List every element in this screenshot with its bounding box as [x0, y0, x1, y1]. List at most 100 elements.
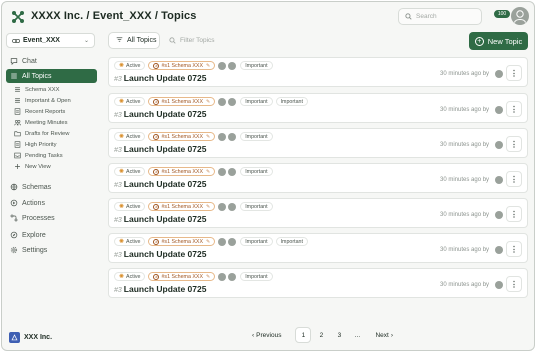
sidebar-item-chat[interactable]: Chat	[6, 55, 97, 67]
sidebar-subitem-new-view[interactable]: New View	[9, 162, 100, 171]
sidebar-subitem-meeting-minutes[interactable]: Meeting Minutes	[9, 118, 100, 127]
topic-title[interactable]: #3 Launch Update 0725	[114, 179, 206, 189]
tag-chip[interactable]: Important	[240, 272, 273, 281]
tag-chip[interactable]: Important	[275, 97, 308, 106]
status-chip[interactable]: ✺ Active	[114, 272, 146, 281]
status-chip[interactable]: ✺ Active	[114, 61, 146, 70]
avatar[interactable]	[218, 132, 227, 141]
status-chip[interactable]: ✺ Active	[114, 202, 146, 211]
sidebar-item-all-topics[interactable]: All Topics	[6, 69, 97, 83]
avatar[interactable]	[218, 237, 227, 246]
sidebar-item-actions[interactable]: Actions	[6, 197, 97, 209]
sidebar-subitem-important-open[interactable]: Important & Open	[9, 96, 100, 105]
previous-page-button[interactable]: ‹ Previous	[248, 332, 285, 339]
pencil-icon[interactable]: ✎	[206, 169, 210, 175]
avatar[interactable]	[495, 281, 503, 289]
avatar[interactable]	[495, 176, 503, 184]
sidebar-subitem-drafts-for-review[interactable]: Drafts for Review	[9, 129, 100, 138]
page-2-button[interactable]: 2	[313, 327, 329, 343]
sidebar-item-processes[interactable]: Processes	[6, 212, 97, 224]
schema-chip[interactable]: # #s1 Schema XXX ✎	[148, 202, 216, 211]
next-page-button[interactable]: Next ›	[371, 332, 397, 339]
avatar[interactable]	[495, 70, 503, 78]
tag-chip[interactable]: Important	[240, 97, 273, 106]
avatar[interactable]	[228, 167, 237, 176]
avatar[interactable]	[228, 272, 237, 281]
topic-title[interactable]: #3 Launch Update 0725	[114, 144, 206, 154]
sidebar-item-explore[interactable]: Explore	[6, 229, 97, 241]
pencil-icon[interactable]: ✎	[206, 239, 210, 245]
notification-badge[interactable]: 100	[494, 10, 510, 18]
sidebar-subitem-schema-xxx[interactable]: Schema XXX	[9, 85, 100, 94]
page-3-button[interactable]: 3	[331, 327, 347, 343]
schema-chip[interactable]: # #s1 Schema XXX ✎	[148, 97, 216, 106]
tag-chip[interactable]: Important	[240, 132, 273, 141]
avatar[interactable]	[218, 61, 227, 70]
avatar[interactable]	[495, 211, 503, 219]
sidebar-subitem-recent-reports[interactable]: Recent Reports	[9, 107, 100, 116]
avatar[interactable]	[218, 272, 227, 281]
more-options-button[interactable]: ⋮	[506, 136, 522, 152]
avatar[interactable]	[228, 237, 237, 246]
tag-chip[interactable]: Important	[240, 202, 273, 211]
sidebar-item-settings[interactable]: Settings	[6, 244, 97, 256]
topic-card[interactable]: ✺ Active # #s1 Schema XXX ✎ Important #3…	[108, 198, 528, 228]
topic-title[interactable]: #3 Launch Update 0725	[114, 214, 206, 224]
more-options-button[interactable]: ⋮	[506, 276, 522, 292]
page-1-button[interactable]: 1	[295, 327, 312, 343]
topic-card[interactable]: ✺ Active # #s1 Schema XXX ✎ Important Imp…	[108, 233, 528, 263]
topic-card[interactable]: ✺ Active # #s1 Schema XXX ✎ Important #3…	[108, 268, 528, 298]
more-options-button[interactable]: ⋮	[506, 206, 522, 222]
filter-topics-input[interactable]	[180, 37, 380, 44]
schema-chip[interactable]: # #s1 Schema XXX ✎	[148, 272, 216, 281]
avatar[interactable]	[495, 106, 503, 114]
schema-chip[interactable]: # #s1 Schema XXX ✎	[148, 167, 216, 176]
topic-card[interactable]: ✺ Active # #s1 Schema XXX ✎ Important #3…	[108, 163, 528, 193]
pencil-icon[interactable]: ✎	[206, 204, 210, 210]
topic-card[interactable]: ✺ Active # #s1 Schema XXX ✎ Important Imp…	[108, 93, 528, 123]
all-topics-button[interactable]: All Topics	[108, 32, 160, 49]
pencil-icon[interactable]: ✎	[206, 63, 210, 69]
event-selector[interactable]: Event_XXX ⌄	[6, 33, 95, 48]
avatar[interactable]	[218, 202, 227, 211]
sidebar-subitem-high-priority[interactable]: High Priority	[9, 140, 100, 149]
sidebar-subitem-pending-tasks[interactable]: Pending Tasks	[9, 151, 100, 160]
avatar[interactable]	[228, 61, 237, 70]
status-chip[interactable]: ✺ Active	[114, 132, 146, 141]
pencil-icon[interactable]: ✎	[206, 134, 210, 140]
topic-title[interactable]: #3 Launch Update 0725	[114, 249, 206, 259]
pencil-icon[interactable]: ✎	[206, 274, 210, 280]
avatar[interactable]	[218, 97, 227, 106]
search-box[interactable]	[398, 8, 482, 25]
tag-chip[interactable]: Important	[240, 61, 273, 70]
topic-title[interactable]: #3 Launch Update 0725	[114, 284, 206, 294]
org-switcher[interactable]: XXX Inc.	[9, 332, 52, 343]
more-options-button[interactable]: ⋮	[506, 171, 522, 187]
avatar[interactable]	[228, 202, 237, 211]
schema-chip[interactable]: # #s1 Schema XXX ✎	[148, 61, 216, 70]
sidebar-item-schemas[interactable]: Schemas	[6, 181, 97, 193]
schema-chip[interactable]: # #s1 Schema XXX ✎	[148, 237, 216, 246]
status-chip[interactable]: ✺ Active	[114, 237, 146, 246]
search-input[interactable]	[416, 13, 476, 20]
filter-box[interactable]	[162, 32, 462, 49]
tag-chip[interactable]: Important	[240, 167, 273, 176]
tag-chip[interactable]: Important	[275, 237, 308, 246]
topic-title[interactable]: #3 Launch Update 0725	[114, 73, 206, 83]
new-topic-button[interactable]: + New Topic	[469, 32, 528, 50]
status-chip[interactable]: ✺ Active	[114, 97, 146, 106]
topic-title[interactable]: #3 Launch Update 0725	[114, 109, 206, 119]
avatar[interactable]	[228, 97, 237, 106]
avatar[interactable]	[228, 132, 237, 141]
avatar[interactable]	[218, 167, 227, 176]
pencil-icon[interactable]: ✎	[206, 99, 210, 105]
status-chip[interactable]: ✺ Active	[114, 167, 146, 176]
user-avatar[interactable]	[511, 7, 529, 25]
more-options-button[interactable]: ⋮	[506, 241, 522, 257]
more-options-button[interactable]: ⋮	[506, 101, 522, 117]
avatar[interactable]	[495, 246, 503, 254]
topic-card[interactable]: ✺ Active # #s1 Schema XXX ✎ Important #3…	[108, 57, 528, 87]
topic-card[interactable]: ✺ Active # #s1 Schema XXX ✎ Important #3…	[108, 128, 528, 158]
more-options-button[interactable]: ⋮	[506, 65, 522, 81]
tag-chip[interactable]: Important	[240, 237, 273, 246]
